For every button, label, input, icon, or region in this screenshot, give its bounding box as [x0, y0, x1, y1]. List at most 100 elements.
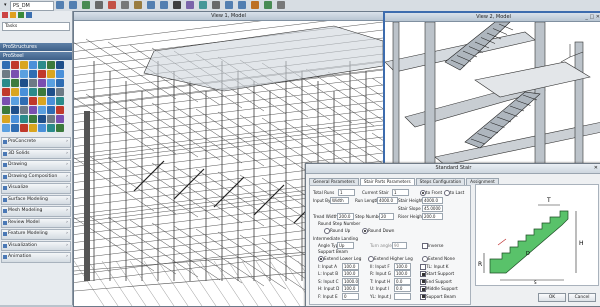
back-icon[interactable] [56, 1, 64, 9]
task-item[interactable]: Mesh Modeling [1, 206, 71, 217]
prosteel-tool-icon[interactable] [29, 106, 37, 114]
prosteel-tool-icon[interactable] [20, 88, 28, 96]
cancel-button[interactable]: Cancel [568, 293, 596, 302]
rotate-icon[interactable] [251, 1, 259, 9]
current-stair-field[interactable]: 1 [392, 189, 409, 196]
prosteel-tool-icon[interactable] [20, 70, 28, 78]
prosteel-tool-icon[interactable] [47, 106, 55, 114]
minimize-icon[interactable]: _ [585, 14, 588, 20]
prosteel-tool-icon[interactable] [29, 115, 37, 123]
task-item[interactable]: Drawing [1, 160, 71, 171]
fence-icon[interactable] [186, 1, 194, 9]
prosteel-tool-icon[interactable] [2, 124, 10, 132]
fit-icon[interactable] [238, 1, 246, 9]
print-icon[interactable] [95, 1, 103, 9]
angle-type-select[interactable]: Up [337, 242, 354, 249]
stair-height-field[interactable]: 4000.0 [422, 197, 443, 204]
prosteel-tool-icon[interactable] [20, 97, 28, 105]
input-field[interactable]: 100.0 [342, 263, 359, 270]
prosteel-tool-icon[interactable] [47, 61, 55, 69]
turn-angle-field[interactable]: 90 [392, 242, 407, 249]
prosteel-tool-icon[interactable] [29, 79, 37, 87]
task-item[interactable]: Surface Modeling [1, 194, 71, 205]
prosteel-tool-icon[interactable] [56, 124, 64, 132]
cut-icon[interactable] [108, 1, 116, 9]
prosteel-tool-icon[interactable] [29, 61, 37, 69]
input-field[interactable]: 0 [342, 292, 359, 300]
forward-icon[interactable] [69, 1, 77, 9]
prosteel-tool-icon[interactable] [11, 88, 19, 96]
select-icon[interactable] [173, 1, 181, 9]
task-item[interactable]: Drawing Composition [1, 171, 71, 182]
prosteel-tool-icon[interactable] [38, 79, 46, 87]
prosteel-tool-icon[interactable] [2, 106, 10, 114]
zoom-icon[interactable] [225, 1, 233, 9]
prosteel-tool-icon[interactable] [2, 115, 10, 123]
prosteel-tool-icon[interactable] [38, 61, 46, 69]
close-icon[interactable]: ✕ [596, 14, 600, 20]
prosteel-tool-icon[interactable] [56, 70, 64, 78]
task-item[interactable]: Visualization [1, 240, 71, 251]
prosteel-tool-icon[interactable] [47, 124, 55, 132]
input-field[interactable] [394, 292, 411, 300]
input-field[interactable]: 100.0 [394, 270, 411, 278]
prosteel-tool-icon[interactable] [47, 88, 55, 96]
task-item[interactable]: Visualize [1, 183, 71, 194]
prosteel-tool-icon[interactable] [11, 79, 19, 87]
render-icon[interactable] [264, 1, 272, 9]
prosteel-tool-icon[interactable] [2, 61, 10, 69]
tab-general-parameters[interactable]: General Parameters [309, 178, 359, 185]
prosteel-tool-icon[interactable] [47, 115, 55, 123]
file-combo-arrow-icon[interactable]: ▾ [4, 1, 7, 9]
riser-height-field[interactable]: 200.0 [422, 213, 443, 220]
task-item[interactable]: Feature Modeling [1, 229, 71, 240]
section-header-prosteel[interactable]: ProSteel [0, 52, 72, 60]
tab-stair-parts[interactable]: Stair Parts Parameters [359, 178, 415, 185]
undo-icon[interactable] [147, 1, 155, 9]
tread-width-field[interactable]: 200.0 [337, 213, 354, 220]
input-field[interactable]: 100.0 [394, 263, 411, 270]
prosteel-tool-icon[interactable] [29, 124, 37, 132]
prosteel-tool-icon[interactable] [2, 79, 10, 87]
prosteel-tool-icon[interactable] [38, 106, 46, 114]
paste-icon[interactable] [134, 1, 142, 9]
input-field[interactable]: 0.0 [394, 277, 411, 285]
task-item[interactable]: Animation [1, 252, 71, 263]
redo-icon[interactable] [160, 1, 168, 9]
prosteel-tool-icon[interactable] [56, 88, 64, 96]
run-length-field[interactable]: 4000.0 [377, 197, 398, 204]
measure-icon[interactable] [199, 1, 207, 9]
prosteel-tool-icon[interactable] [29, 70, 37, 78]
prosteel-tool-icon[interactable] [20, 115, 28, 123]
task-item[interactable]: ProConcrete [1, 137, 71, 148]
task-navigation-icon[interactable] [2, 12, 8, 18]
prosteel-tool-icon[interactable] [38, 97, 46, 105]
prosteel-tool-icon[interactable] [56, 115, 64, 123]
prosteel-tool-icon[interactable] [2, 97, 10, 105]
prosteel-tool-icon[interactable] [38, 88, 46, 96]
stair-slope-field[interactable]: 45.0000 [422, 205, 443, 212]
prosteel-tool-icon[interactable] [38, 124, 46, 132]
prosteel-tool-icon[interactable] [11, 124, 19, 132]
prosteel-tool-icon[interactable] [47, 97, 55, 105]
favorites-icon[interactable] [10, 12, 16, 18]
task-item[interactable]: 3D Solids [1, 148, 71, 159]
prosteel-tool-icon[interactable] [38, 115, 46, 123]
prosteel-tool-icon[interactable] [11, 115, 19, 123]
input-field[interactable]: 0.0 [394, 285, 411, 293]
input-field[interactable]: 1000.0 [342, 277, 359, 285]
refresh-icon[interactable] [18, 12, 24, 18]
prosteel-tool-icon[interactable] [38, 70, 46, 78]
prosteel-tool-icon[interactable] [2, 88, 10, 96]
prosteel-tool-icon[interactable] [56, 97, 64, 105]
prosteel-tool-icon[interactable] [47, 79, 55, 87]
ok-button[interactable]: OK [538, 293, 566, 302]
total-runs-field[interactable]: 1 [338, 189, 355, 196]
help-icon[interactable] [26, 12, 32, 18]
step-number-field[interactable]: 20 [379, 213, 394, 220]
prosteel-tool-icon[interactable] [20, 61, 28, 69]
prosteel-tool-icon[interactable] [20, 106, 28, 114]
close-icon[interactable]: ✕ [594, 164, 598, 173]
maximize-icon[interactable]: □ [589, 14, 594, 20]
prosteel-tool-icon[interactable] [11, 106, 19, 114]
